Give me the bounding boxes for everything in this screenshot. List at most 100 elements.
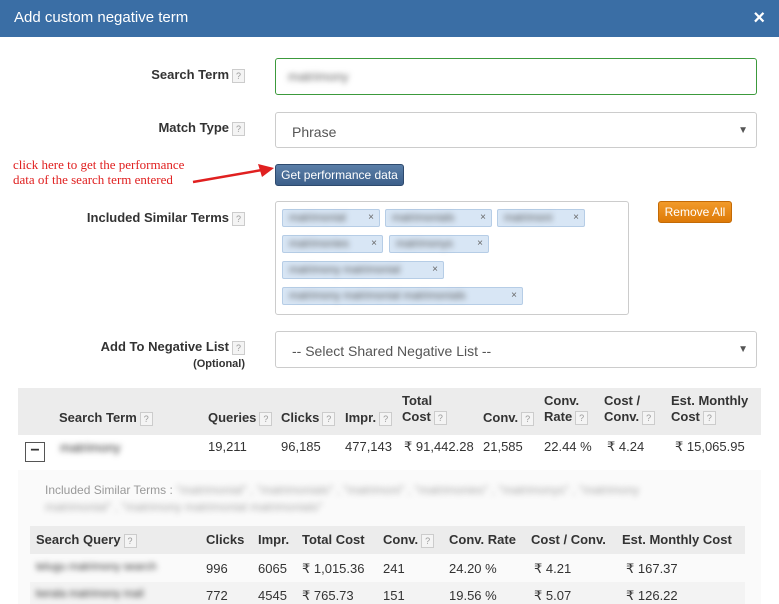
tag-label: matrimony matrimonial matrimonials — [289, 290, 466, 302]
term-tag: matrimonial × — [282, 209, 380, 227]
help-icon[interactable]: ? — [123, 533, 137, 548]
term-tag: matrimonials × — [385, 209, 492, 227]
cell-est-monthly: ₹ 126.22 — [626, 588, 678, 603]
tag-remove-icon[interactable]: × — [368, 212, 374, 223]
remove-all-button[interactable]: Remove All — [658, 201, 732, 223]
search-term-label-text: Search Term — [151, 67, 229, 82]
cell-total-cost: ₹ 765.73 — [302, 588, 354, 603]
tag-remove-icon[interactable]: × — [573, 212, 579, 223]
col-impr-text: Impr. — [345, 410, 377, 425]
annotation-line-2: data of the search term entered — [13, 172, 173, 187]
cell-impr: 4545 — [258, 588, 287, 603]
tag-label: matrimoni — [504, 212, 553, 224]
close-icon[interactable]: × — [753, 7, 765, 30]
col-q-est-monthly[interactable]: Est. Monthly Cost — [622, 532, 732, 548]
collapse-button[interactable]: − — [25, 442, 45, 462]
col-q-conv-rate[interactable]: Conv. Rate — [449, 532, 516, 548]
col-q-cost-conv[interactable]: Cost / Conv. — [531, 532, 606, 548]
term-tag: matrimony matrimonial × — [282, 261, 444, 279]
help-icon[interactable]: ? — [259, 411, 273, 426]
cell-impr: 6065 — [258, 561, 287, 576]
included-terms-label: Included Similar Terms? — [70, 210, 245, 226]
term-tag: matrimonies × — [282, 235, 383, 253]
tag-label: matrimonies — [289, 238, 349, 250]
col-conv-rate[interactable]: Conv. Rate? — [544, 393, 589, 425]
help-icon[interactable]: ? — [232, 340, 245, 355]
cell-conv-rate: 24.20 % — [449, 561, 497, 576]
included-terms-line-label: Included Similar Terms : — [45, 483, 173, 497]
match-type-select[interactable]: Phrase ▼ — [275, 112, 757, 148]
cell-query: telugu matrimony search — [36, 561, 157, 573]
col-q-conv-text: Conv. — [383, 532, 419, 547]
term-tag: matrimony matrimonial matrimonials × — [282, 287, 523, 305]
cell-est-monthly: ₹ 167.37 — [626, 561, 678, 576]
col-est-monthly[interactable]: Est. Monthly Cost? — [671, 393, 748, 425]
optional-label: (Optional) — [193, 358, 245, 370]
help-icon[interactable]: ? — [139, 411, 153, 426]
help-icon[interactable]: ? — [575, 410, 589, 425]
help-icon[interactable]: ? — [379, 411, 393, 426]
chevron-down-icon: ▼ — [738, 344, 748, 355]
get-performance-data-button[interactable]: Get performance data — [275, 164, 404, 186]
cell-total-cost: ₹ 91,442.28 — [404, 439, 474, 454]
search-term-input[interactable]: matrimony — [275, 58, 757, 95]
help-icon[interactable]: ? — [433, 410, 447, 425]
cell-conv: 151 — [383, 588, 405, 603]
col-total-cost[interactable]: Total Cost? — [402, 393, 447, 425]
cell-search-term: matrimony — [60, 440, 121, 455]
help-icon[interactable]: ? — [232, 211, 245, 226]
col-clicks[interactable]: Clicks? — [281, 410, 336, 426]
col-conv-rate-line2: Rate — [544, 409, 573, 424]
help-icon[interactable]: ? — [232, 121, 245, 136]
col-conv-text: Conv. — [483, 410, 519, 425]
cell-queries: 19,211 — [208, 439, 247, 454]
col-q-clicks[interactable]: Clicks — [206, 532, 244, 548]
col-search-term[interactable]: Search Term? — [59, 410, 153, 426]
col-search-query[interactable]: Search Query? — [36, 532, 137, 548]
help-icon[interactable]: ? — [642, 410, 656, 425]
chevron-down-icon: ▼ — [738, 125, 748, 136]
annotation-text: click here to get the performance data o… — [13, 157, 184, 187]
help-icon[interactable]: ? — [232, 68, 245, 83]
included-terms-label-text: Included Similar Terms — [86, 210, 229, 225]
col-q-total-cost[interactable]: Total Cost — [302, 532, 365, 548]
tag-label: matrimony matrimonial — [289, 264, 401, 276]
tag-remove-icon[interactable]: × — [371, 238, 377, 249]
cell-conv: 21,585 — [483, 439, 523, 454]
cell-conv: 241 — [383, 561, 405, 576]
term-tag: matrimonys × — [389, 235, 489, 253]
col-cost-conv-line1: Cost / — [604, 393, 641, 408]
col-queries-text: Queries — [208, 410, 257, 425]
term-tag: matrimoni × — [497, 209, 585, 227]
negative-list-select[interactable]: -- Select Shared Negative List -- ▼ — [275, 331, 757, 368]
col-cost-conv[interactable]: Cost / Conv.? — [604, 393, 656, 425]
tag-remove-icon[interactable]: × — [511, 290, 517, 301]
negative-list-label-text: Add To Negative List — [100, 339, 229, 354]
help-icon[interactable]: ? — [702, 410, 716, 425]
included-terms-line: Included Similar Terms : "matrimonial" ,… — [45, 482, 705, 516]
dialog-title: Add custom negative term — [14, 9, 189, 26]
col-clicks-text: Clicks — [281, 410, 320, 425]
help-icon[interactable]: ? — [421, 533, 435, 548]
annotation-line-1: click here to get the performance — [13, 157, 185, 172]
col-search-query-text: Search Query — [36, 532, 121, 547]
col-q-conv[interactable]: Conv.? — [383, 532, 435, 548]
tag-remove-icon[interactable]: × — [477, 238, 483, 249]
dialog-titlebar: Add custom negative term × — [0, 0, 779, 37]
help-icon[interactable]: ? — [322, 411, 336, 426]
col-conv[interactable]: Conv.? — [483, 410, 535, 426]
tag-remove-icon[interactable]: × — [480, 212, 486, 223]
col-est-monthly-line2: Cost — [671, 409, 700, 424]
cell-query: kerala matrimony mail — [36, 588, 144, 600]
tag-label: matrimonys — [396, 238, 453, 250]
cell-clicks: 996 — [206, 561, 228, 576]
match-type-value: Phrase — [292, 124, 337, 140]
col-total-cost-line1: Total — [402, 393, 433, 408]
cell-conv-rate: 22.44 % — [544, 439, 592, 454]
col-queries[interactable]: Queries? — [208, 410, 273, 426]
col-impr[interactable]: Impr.? — [345, 410, 393, 426]
cell-impr: 477,143 — [345, 439, 392, 454]
tag-remove-icon[interactable]: × — [432, 264, 438, 275]
col-q-impr[interactable]: Impr. — [258, 532, 289, 548]
help-icon[interactable]: ? — [521, 411, 535, 426]
